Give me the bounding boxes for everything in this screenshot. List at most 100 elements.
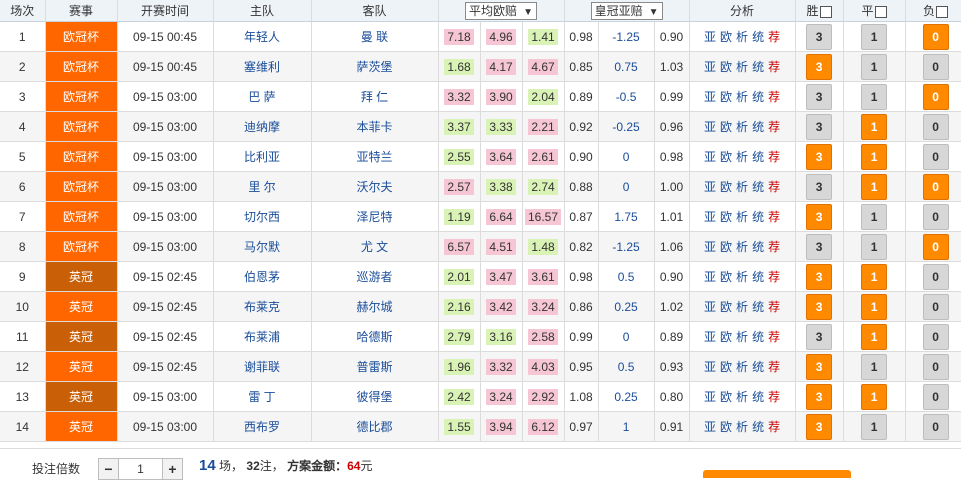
analysis-detail-link[interactable]: 析 — [736, 90, 748, 104]
analysis-asia-link[interactable]: 亚 — [704, 300, 716, 314]
analysis-detail-link[interactable]: 析 — [736, 330, 748, 344]
odds-value[interactable]: 2.04 — [528, 88, 558, 105]
league-badge[interactable]: 英冠 — [45, 411, 118, 442]
odds-value[interactable]: 6.57 — [444, 238, 474, 255]
away-team[interactable]: 彼得堡 — [311, 381, 439, 412]
analysis-recommend-link[interactable]: 荐 — [768, 240, 780, 254]
league-badge[interactable]: 欧冠杯 — [45, 81, 118, 112]
analysis-euro-link[interactable]: 欧 — [720, 300, 732, 314]
asian-odds-select[interactable]: 皇冠亚赔 ▼ — [590, 1, 663, 20]
analysis-detail-link[interactable]: 析 — [736, 300, 748, 314]
analysis-asia-link[interactable]: 亚 — [704, 360, 716, 374]
draw-select-button[interactable]: 1 — [861, 23, 888, 50]
away-team[interactable]: 普雷斯 — [311, 351, 439, 382]
analysis-recommend-link[interactable]: 荐 — [768, 180, 780, 194]
lose-select-button[interactable]: 0 — [922, 353, 949, 380]
home-team[interactable]: 布莱浦 — [213, 321, 312, 352]
away-team[interactable]: 曼 联 — [311, 21, 439, 52]
odds-value[interactable]: 3.32 — [444, 88, 474, 105]
win-select-button[interactable]: 3 — [806, 23, 833, 50]
draw-select-button[interactable]: 1 — [861, 113, 888, 140]
analysis-recommend-link[interactable]: 荐 — [768, 90, 780, 104]
home-team[interactable]: 西布罗 — [213, 411, 312, 442]
win-select-button[interactable]: 3 — [806, 83, 833, 110]
analysis-detail-link[interactable]: 析 — [736, 30, 748, 44]
odds-value[interactable]: 3.42 — [486, 298, 516, 315]
home-team[interactable]: 切尔西 — [213, 201, 312, 232]
away-team[interactable]: 哈德斯 — [311, 321, 439, 352]
odds-value[interactable]: 3.90 — [486, 88, 516, 105]
odds-value[interactable]: 1.68 — [444, 58, 474, 75]
analysis-stats-link[interactable]: 统 — [752, 90, 764, 104]
analysis-stats-link[interactable]: 统 — [752, 300, 764, 314]
win-select-button[interactable]: 3 — [806, 173, 833, 200]
odds-value[interactable]: 4.96 — [486, 28, 516, 45]
analysis-detail-link[interactable]: 析 — [736, 120, 748, 134]
avg-odds-select[interactable]: 平均欧赔 ▼ — [465, 1, 537, 20]
win-select-button[interactable]: 3 — [806, 143, 833, 170]
odds-value[interactable]: 4.67 — [528, 58, 558, 75]
analysis-asia-link[interactable]: 亚 — [704, 270, 716, 284]
win-select-button[interactable]: 3 — [806, 113, 833, 140]
odds-value[interactable]: 1.41 — [528, 28, 558, 45]
odds-value[interactable]: 2.42 — [444, 388, 474, 405]
analysis-euro-link[interactable]: 欧 — [720, 150, 732, 164]
analysis-recommend-link[interactable]: 荐 — [768, 120, 780, 134]
analysis-detail-link[interactable]: 析 — [736, 390, 748, 404]
odds-value[interactable]: 3.61 — [528, 268, 558, 285]
win-select-button[interactable]: 3 — [806, 53, 833, 80]
analysis-euro-link[interactable]: 欧 — [720, 240, 732, 254]
odds-value[interactable]: 1.48 — [528, 238, 558, 255]
analysis-euro-link[interactable]: 欧 — [720, 90, 732, 104]
plus-button[interactable]: + — [163, 459, 182, 479]
league-badge[interactable]: 欧冠杯 — [45, 201, 118, 232]
analysis-euro-link[interactable]: 欧 — [720, 330, 732, 344]
analysis-recommend-link[interactable]: 荐 — [768, 390, 780, 404]
analysis-stats-link[interactable]: 统 — [752, 330, 764, 344]
analysis-euro-link[interactable]: 欧 — [720, 210, 732, 224]
away-team[interactable]: 拜 仁 — [311, 81, 439, 112]
league-badge[interactable]: 英冠 — [45, 261, 118, 292]
league-badge[interactable]: 英冠 — [45, 381, 118, 412]
home-team[interactable]: 巴 萨 — [213, 81, 312, 112]
analysis-asia-link[interactable]: 亚 — [704, 390, 716, 404]
analysis-stats-link[interactable]: 统 — [752, 60, 764, 74]
league-badge[interactable]: 欧冠杯 — [45, 231, 118, 262]
draw-select-button[interactable]: 1 — [861, 293, 888, 320]
lose-select-button[interactable]: 0 — [922, 173, 949, 200]
analysis-stats-link[interactable]: 统 — [752, 240, 764, 254]
lose-select-button[interactable]: 0 — [922, 143, 949, 170]
odds-value[interactable]: 2.92 — [528, 388, 558, 405]
analysis-detail-link[interactable]: 析 — [736, 240, 748, 254]
analysis-euro-link[interactable]: 欧 — [720, 420, 732, 434]
draw-select-button[interactable]: 1 — [861, 413, 888, 440]
home-team[interactable]: 布莱克 — [213, 291, 312, 322]
analysis-asia-link[interactable]: 亚 — [704, 330, 716, 344]
lose-select-button[interactable]: 0 — [922, 23, 949, 50]
away-team[interactable]: 赫尔城 — [311, 291, 439, 322]
analysis-stats-link[interactable]: 统 — [752, 420, 764, 434]
analysis-stats-link[interactable]: 统 — [752, 360, 764, 374]
win-select-button[interactable]: 3 — [806, 263, 833, 290]
lose-select-button[interactable]: 0 — [922, 233, 949, 260]
analysis-stats-link[interactable]: 统 — [752, 120, 764, 134]
away-team[interactable]: 萨茨堡 — [311, 51, 439, 82]
analysis-recommend-link[interactable]: 荐 — [768, 300, 780, 314]
odds-value[interactable]: 2.58 — [528, 328, 558, 345]
lose-all-checkbox[interactable] — [936, 5, 949, 18]
home-team[interactable]: 马尔默 — [213, 231, 312, 262]
analysis-euro-link[interactable]: 欧 — [720, 270, 732, 284]
odds-value[interactable]: 3.47 — [486, 268, 516, 285]
draw-all-checkbox[interactable] — [874, 5, 887, 18]
away-team[interactable]: 本菲卡 — [311, 111, 439, 142]
draw-select-button[interactable]: 1 — [861, 173, 888, 200]
odds-value[interactable]: 16.57 — [525, 208, 562, 225]
league-badge[interactable]: 欧冠杯 — [45, 111, 118, 142]
away-team[interactable]: 沃尔夫 — [311, 171, 439, 202]
odds-value[interactable]: 2.57 — [444, 178, 474, 195]
analysis-stats-link[interactable]: 统 — [752, 180, 764, 194]
draw-select-button[interactable]: 1 — [861, 353, 888, 380]
analysis-asia-link[interactable]: 亚 — [704, 240, 716, 254]
away-team[interactable]: 德比郡 — [311, 411, 439, 442]
analysis-recommend-link[interactable]: 荐 — [768, 150, 780, 164]
